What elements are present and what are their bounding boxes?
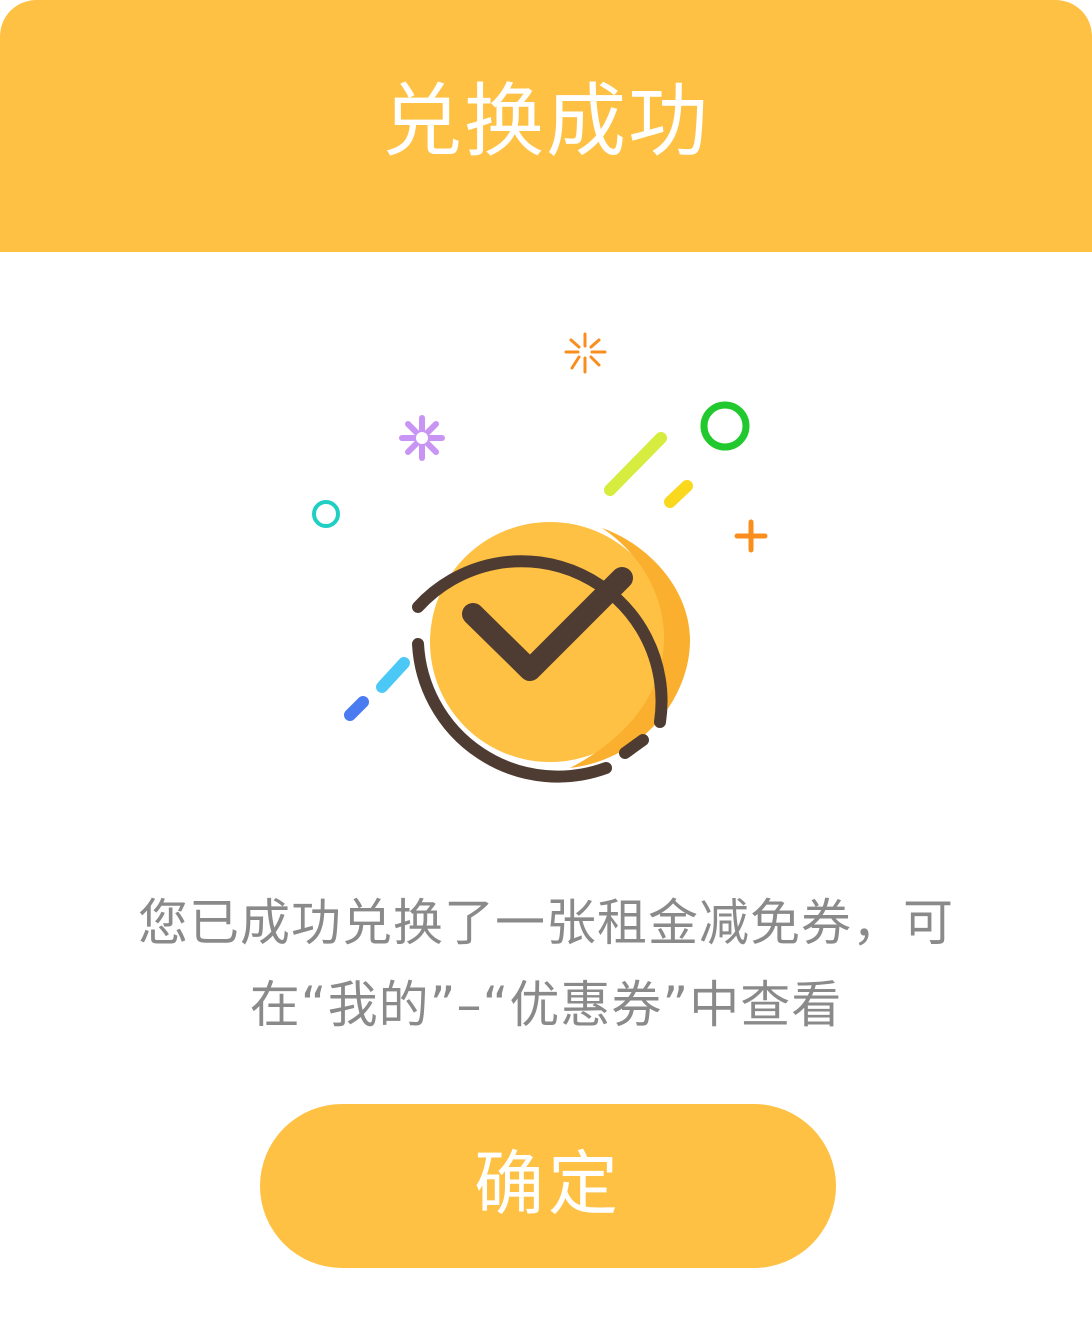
sparkle-icon — [564, 332, 607, 374]
success-message: 您已成功兑换了一张租金减免券，可 在“我的”–“优惠券”中查看 — [60, 882, 1032, 1046]
success-dialog: 兑换成功 您已成功兑换了一张租金减免券，可 在“我的”–“优惠券”中查看 确定 — [0, 0, 1092, 1336]
green-ring-icon — [700, 401, 750, 451]
dialog-title: 兑换成功 — [382, 75, 710, 168]
check-circle-icon — [312, 332, 768, 783]
confirm-button[interactable]: 确定 — [260, 1104, 836, 1268]
success-illustration — [0, 252, 1092, 852]
teal-ring-icon — [312, 500, 340, 528]
dialog-header: 兑换成功 — [0, 0, 1092, 252]
confirm-button-label: 确定 — [474, 1143, 622, 1225]
message-line-2: 在“我的”–“优惠券”中查看 — [249, 976, 843, 1034]
plus-icon — [734, 519, 768, 553]
message-line-1: 您已成功兑换了一张租金减免券，可 — [138, 894, 954, 952]
